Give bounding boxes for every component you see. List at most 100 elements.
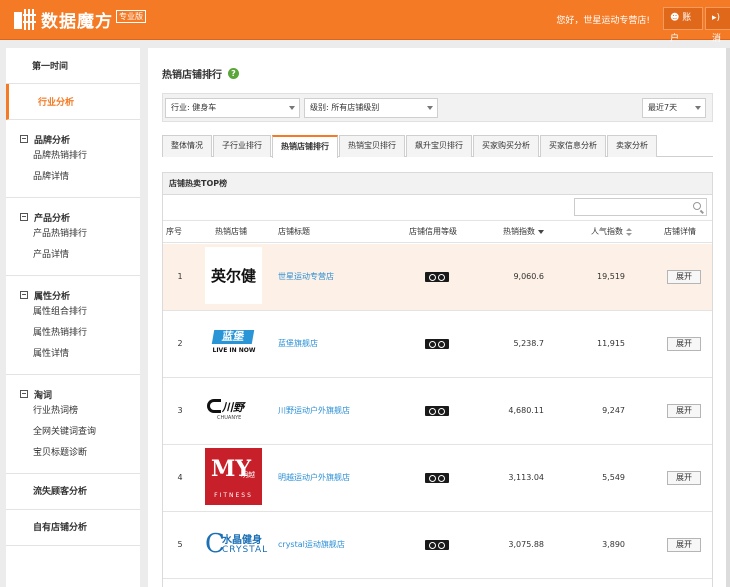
popularity-index: 3,890 <box>602 540 625 549</box>
column-hot-index[interactable]: 热销指数 <box>503 221 544 243</box>
sidebar-item-attribute-detail[interactable]: 属性详情 <box>6 344 140 365</box>
shop-title-link[interactable]: 明越运动户外旗舰店 <box>278 472 350 484</box>
industry-select[interactable]: 行业: 健身车 <box>165 98 300 118</box>
sidebar-item-brand-detail[interactable]: 品牌详情 <box>6 167 140 188</box>
shop-title-link[interactable]: 世星运动专营店 <box>278 271 334 283</box>
page-scrollbar[interactable] <box>726 48 730 587</box>
shop-logo-text: 明越 <box>241 471 255 479</box>
account-button[interactable]: ☻ 账户 <box>663 7 703 44</box>
expand-button[interactable]: 展开 <box>667 471 701 485</box>
search-icon[interactable] <box>693 202 701 210</box>
main-content: 热销店铺排行 ? 行业: 健身车 级别: 所有店铺级别 最近7天 整体情况 子行… <box>148 48 726 587</box>
shop-title-link[interactable]: 蓝堡旗舰店 <box>278 338 318 350</box>
tab-hot-shops[interactable]: 热销店铺排行 <box>272 135 338 158</box>
row-rank: 3 <box>177 406 183 415</box>
expand-button[interactable]: 展开 <box>667 404 701 418</box>
row-rank: 2 <box>177 339 183 348</box>
top-header: 数据魔方 专业版 您好，世星运动专营店! ☻ 账户 ▸) 消 <box>0 0 730 44</box>
sidebar-item-product-detail[interactable]: 产品详情 <box>6 245 140 266</box>
sidebar-item-attribute-ranking[interactable]: 属性热销排行 <box>6 323 140 344</box>
tab-seller[interactable]: 卖家分析 <box>607 135 657 157</box>
cj-mark-icon <box>207 399 221 413</box>
tab-sub-industry[interactable]: 子行业排行 <box>213 135 271 157</box>
search-input[interactable] <box>574 198 707 216</box>
period-select[interactable]: 最近7天 <box>642 98 706 118</box>
search-row <box>163 195 712 221</box>
sidebar-item-own-shop[interactable]: 自有店铺分析 <box>6 510 140 546</box>
panel-title: 店铺热卖TOP榜 <box>163 173 712 195</box>
shop-logo[interactable]: C 水晶健身 CRYSTAL <box>205 515 267 572</box>
shop-level-select-value: 级别: 所有店铺级别 <box>310 103 380 112</box>
table-row: 3 川野 CHUANYE 川野运动户外旗舰店 4,680.11 9,247 展开 <box>163 378 712 445</box>
sidebar-item-lost-customers[interactable]: 流失顾客分析 <box>6 474 140 510</box>
expand-button[interactable]: 展开 <box>667 337 701 351</box>
collapse-icon <box>20 135 28 143</box>
tab-rising-items[interactable]: 飙升宝贝排行 <box>406 135 472 157</box>
user-icon: ☻ <box>670 13 680 23</box>
sidebar-item-brand-ranking[interactable]: 品牌热销排行 <box>6 146 140 167</box>
sidebar-item-first-time[interactable]: 第一时间 <box>6 48 140 84</box>
sidebar-group-product: 产品分析 产品热销排行 产品详情 <box>6 198 140 276</box>
page-title: 热销店铺排行 ? <box>162 66 239 81</box>
shop-logo[interactable]: 英尔健 <box>205 247 262 304</box>
shop-logo-text: 英尔健 <box>210 267 256 285</box>
message-button-label: 消 <box>712 34 722 44</box>
shop-level-select[interactable]: 级别: 所有店铺级别 <box>304 98 438 118</box>
tab-buyer-purchase[interactable]: 买家购买分析 <box>473 135 539 157</box>
sidebar-item-attribute-combo[interactable]: 属性组合排行 <box>6 302 140 323</box>
shop-logo[interactable]: 川野 CHUANYE <box>205 381 262 438</box>
shop-logo[interactable]: MY 明越 FITNESS <box>205 448 262 505</box>
sidebar-item-keyword-query[interactable]: 全网关键词查询 <box>6 422 140 443</box>
sidebar-item-hot-words[interactable]: 行业热词榜 <box>6 401 140 422</box>
filter-bar: 行业: 健身车 级别: 所有店铺级别 最近7天 <box>162 93 713 122</box>
message-button[interactable]: ▸) 消 <box>705 7 730 44</box>
shop-title-link[interactable]: 川野运动户外旗舰店 <box>278 405 350 417</box>
sidebar-item-product-ranking[interactable]: 产品热销排行 <box>6 224 140 245</box>
sort-desc-icon <box>538 229 544 234</box>
column-popularity-index[interactable]: 人气指数 <box>591 221 632 243</box>
tab-buyer-info[interactable]: 买家信息分析 <box>540 135 606 157</box>
collapse-icon <box>20 291 28 299</box>
help-icon[interactable]: ? <box>228 68 239 79</box>
popularity-index: 9,247 <box>602 406 625 415</box>
logo[interactable]: 数据魔方 专业版 <box>14 7 146 32</box>
tab-overview[interactable]: 整体情况 <box>162 135 212 157</box>
expand-button[interactable]: 展开 <box>667 270 701 284</box>
sidebar-group-head[interactable]: 属性分析 <box>6 288 140 302</box>
credit-crown-icon <box>425 406 449 416</box>
sidebar-group-attribute: 属性分析 属性组合排行 属性热销排行 属性详情 <box>6 276 140 375</box>
popularity-index: 11,915 <box>597 339 625 348</box>
shop-logo-text: 蓝堡 <box>211 330 255 344</box>
sidebar-item-title-diagnosis[interactable]: 宝贝标题诊断 <box>6 443 140 464</box>
column-shop-detail: 店铺详情 <box>664 227 696 236</box>
sidebar-group-head[interactable]: 产品分析 <box>6 210 140 224</box>
shop-title-link[interactable]: crystal运动旗舰店 <box>278 539 345 551</box>
row-rank: 5 <box>177 540 183 549</box>
tab-hot-items[interactable]: 热销宝贝排行 <box>339 135 405 157</box>
sidebar-item-industry-analysis[interactable]: 行业分析 <box>6 84 140 120</box>
shop-logo[interactable]: 蓝堡 LIVE IN NOW <box>205 314 262 371</box>
magic-cube-icon <box>14 8 36 31</box>
row-rank: 1 <box>177 272 183 281</box>
table-row: 5 C 水晶健身 CRYSTAL crystal运动旗舰店 3,075.88 3… <box>163 512 712 579</box>
table-row: 1 英尔健 世星运动专营店 9,060.6 19,519 展开 <box>163 244 712 311</box>
credit-crown-icon <box>425 339 449 349</box>
popularity-index: 19,519 <box>597 272 625 281</box>
sidebar-group-head[interactable]: 品牌分析 <box>6 132 140 146</box>
column-hot-index-label: 热销指数 <box>503 227 535 236</box>
expand-button[interactable]: 展开 <box>667 538 701 552</box>
chevron-down-icon <box>695 106 701 110</box>
page-title-text: 热销店铺排行 <box>162 70 222 81</box>
credit-crown-icon <box>425 272 449 282</box>
sidebar-group-head[interactable]: 淘词 <box>6 387 140 401</box>
shop-logo-subtext: FITNESS <box>214 492 253 499</box>
sort-icon <box>626 227 632 236</box>
tab-bar: 整体情况 子行业排行 热销店铺排行 热销宝贝排行 飙升宝贝排行 买家购买分析 买… <box>162 135 713 158</box>
hot-index: 9,060.6 <box>513 272 544 281</box>
hot-index: 3,113.04 <box>508 473 544 482</box>
hot-index: 5,238.7 <box>513 339 544 348</box>
sidebar-group-title: 淘词 <box>34 390 53 401</box>
shop-logo-subtext: CHUANYE <box>217 415 242 421</box>
column-credit-level: 店铺信用等级 <box>409 227 457 236</box>
shop-logo-text: 川野 <box>222 401 244 414</box>
